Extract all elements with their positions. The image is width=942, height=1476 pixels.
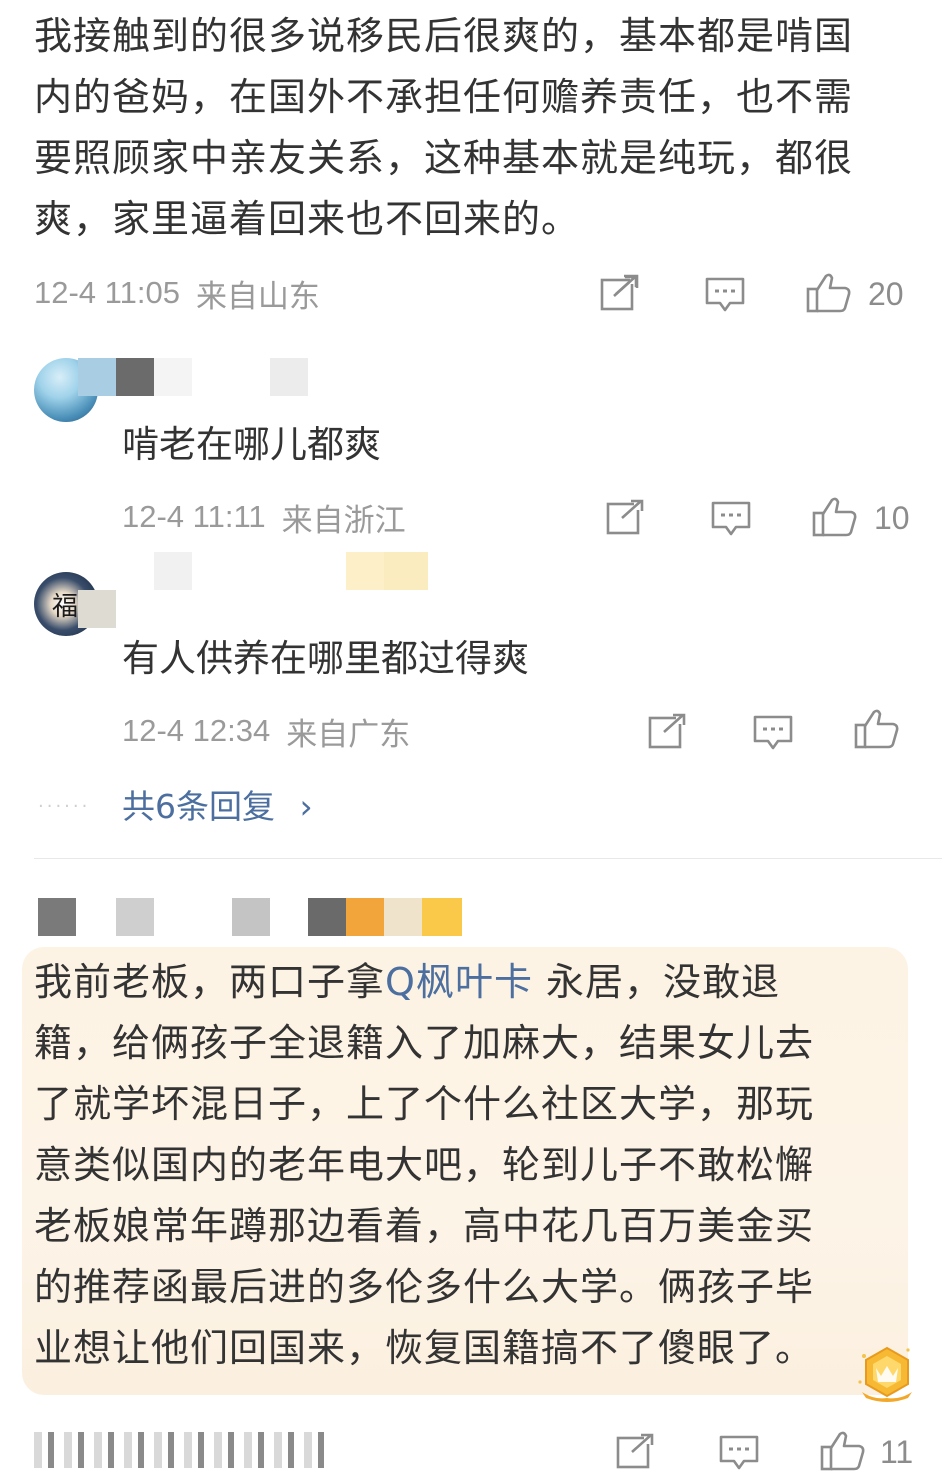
reply-timestamp: 12-4 12:34 (122, 713, 271, 748)
thumbs-up-icon[interactable] (812, 496, 858, 538)
reply-text: 啃老在哪儿都爽 (122, 423, 381, 466)
reply-meta: 12-4 12:34 来自广东 (122, 706, 410, 756)
comment-icon[interactable] (718, 1434, 760, 1472)
comment-line: 了就学坏混日子，上了个什么社区大学，那玩 (34, 1082, 815, 1126)
divider (34, 858, 942, 859)
like-count: 20 (868, 276, 904, 312)
crown-badge-icon (856, 1342, 918, 1404)
comment-icon[interactable] (752, 714, 794, 752)
more-replies-label: 共6条回复 (122, 787, 275, 826)
reply-timestamp: 12-4 11:11 (122, 499, 266, 534)
reply-text: 有人供养在哪里都过得爽 (122, 637, 529, 680)
comment-line: 籍，给俩孩子全退籍入了加麻大，结果女儿去 (34, 1021, 815, 1065)
comment-line: 的推荐函最后进的多伦多什么大学。俩孩子毕 (34, 1265, 815, 1309)
share-icon[interactable] (600, 274, 640, 312)
more-dots: ······ (38, 796, 91, 817)
comment-line: 业想让他们回国来，恢复国籍搞不了傻眼了。 (34, 1326, 815, 1370)
comment-line: 要照顾家中亲友关系，这种基本就是纯玩，都很 (34, 136, 854, 180)
reply-location: 来自浙江 (281, 502, 406, 538)
chevron-right-icon: › (299, 787, 313, 826)
like-count: 11 (880, 1434, 914, 1470)
reply-meta: 12-4 11:11 来自浙江 (122, 492, 406, 542)
comment-line: 意类似国内的老年电大吧，轮到儿子不敢松懈 (34, 1143, 815, 1187)
comment-text: 我前老板，两口子拿Q枫叶卡 永居，没敢退 籍，给俩孩子全退籍入了加麻大，结果女儿… (34, 952, 864, 1379)
comment-line: 老板娘常年蹲那边看着，高中花几百万美金买 (34, 1204, 815, 1248)
comment-line: 内的爸妈，在国外不承担任何赡养责任，也不需 (34, 75, 854, 119)
thumbs-up-icon[interactable] (820, 1430, 866, 1472)
comment-location: 来自山东 (195, 278, 320, 314)
view-more-replies-link[interactable]: 共6条回复 › (122, 780, 313, 828)
avatar-glyph: 福 (52, 592, 79, 622)
share-icon[interactable] (616, 1432, 656, 1470)
comment-icon[interactable] (710, 500, 752, 538)
share-icon[interactable] (648, 712, 688, 750)
like-count: 10 (874, 500, 910, 536)
comment-line: 我接触到的很多说移民后很爽的，基本都是啃国 (34, 14, 854, 58)
comment-icon[interactable] (704, 276, 746, 314)
thumbs-up-icon[interactable] (854, 708, 900, 750)
thumbs-up-icon[interactable] (806, 272, 852, 314)
reply-location: 来自广东 (286, 716, 411, 752)
share-icon[interactable] (606, 498, 646, 536)
comment-line: 爽，家里逼着回来也不回来的。 (34, 197, 581, 241)
topic-link[interactable]: Q枫叶卡 (385, 960, 533, 1004)
comment-meta: 12-4 11:05 来自山东 (34, 268, 320, 318)
search-icon: Q (385, 960, 416, 1004)
comment-text: 我接触到的很多说移民后很爽的，基本都是啃国 内的爸妈，在国外不承担任何赡养责任，… (34, 6, 914, 250)
comment-timestamp: 12-4 11:05 (34, 275, 180, 310)
comment-line: 我前老板，两口子拿Q枫叶卡 永居，没敢退 (34, 960, 781, 1004)
